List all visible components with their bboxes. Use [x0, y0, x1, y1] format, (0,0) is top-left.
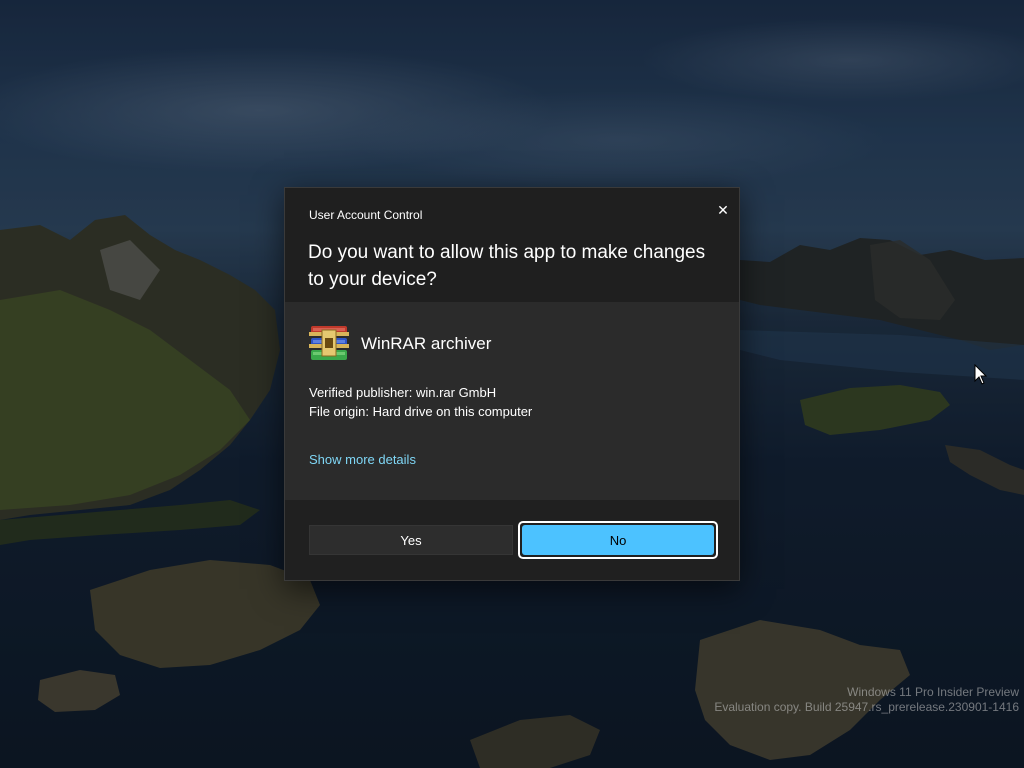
- uac-dialog: User Account Control ✕ Do you want to al…: [284, 187, 740, 581]
- file-origin: File origin: Hard drive on this computer: [309, 404, 533, 419]
- no-button[interactable]: No: [522, 525, 714, 555]
- no-button-focus-ring: No: [518, 521, 718, 559]
- desktop: Windows 11 Pro Insider Preview Evaluatio…: [0, 0, 1024, 768]
- winrar-icon: [309, 326, 349, 360]
- yes-button[interactable]: Yes: [309, 525, 513, 555]
- dialog-header: User Account Control ✕ Do you want to al…: [285, 188, 739, 302]
- windows-watermark: Windows 11 Pro Insider Preview Evaluatio…: [714, 685, 1019, 715]
- verified-publisher: Verified publisher: win.rar GmbH: [309, 385, 497, 400]
- close-icon: ✕: [717, 201, 729, 218]
- close-button[interactable]: ✕: [709, 196, 737, 224]
- dialog-body: WinRAR archiver Verified publisher: win.…: [285, 302, 739, 500]
- dialog-caption: User Account Control: [309, 208, 423, 222]
- dialog-footer: Yes No: [285, 500, 739, 580]
- watermark-build: Evaluation copy. Build 25947.rs_prerelea…: [714, 700, 1019, 714]
- mouse-pointer-icon: [974, 364, 988, 385]
- watermark-edition: Windows 11 Pro Insider Preview: [847, 685, 1019, 699]
- app-name: WinRAR archiver: [361, 334, 492, 353]
- dialog-question: Do you want to allow this app to make ch…: [308, 242, 706, 290]
- show-more-details-link[interactable]: Show more details: [309, 452, 416, 467]
